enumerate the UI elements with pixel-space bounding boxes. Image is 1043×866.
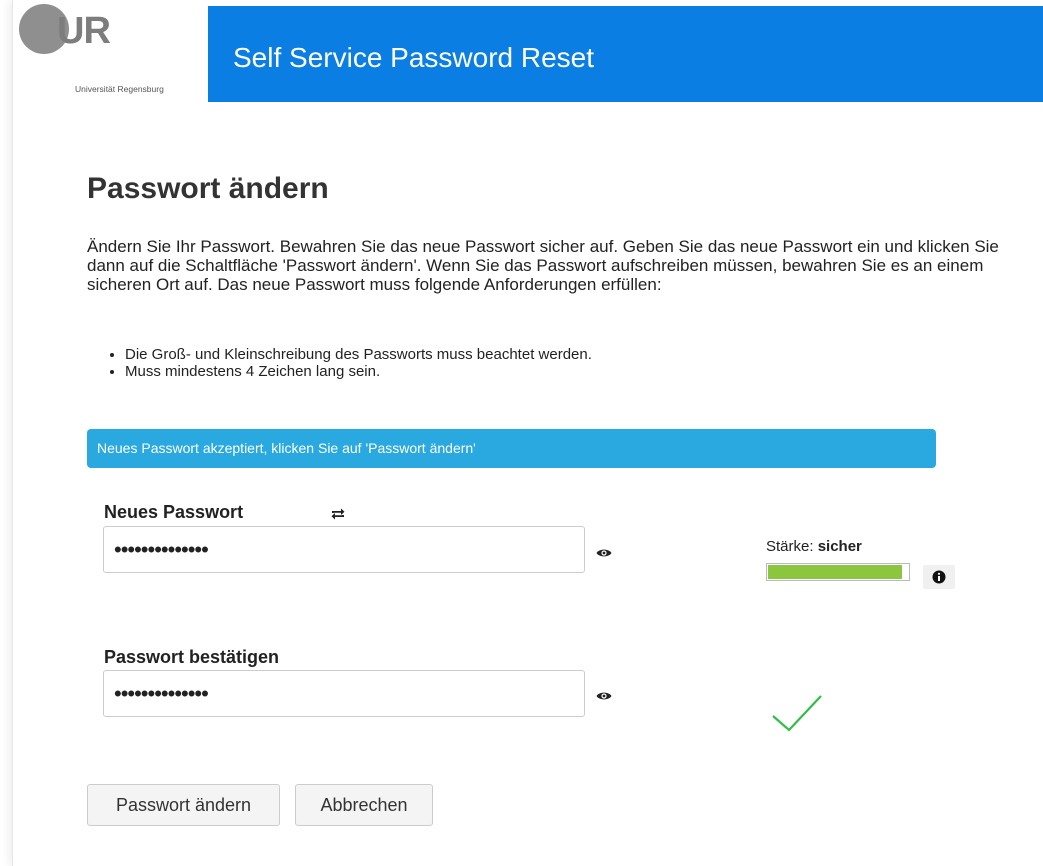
intro-text: Ändern Sie Ihr Passwort. Bewahren Sie da… (87, 237, 999, 294)
new-password-label: Neues Passwort (104, 502, 244, 522)
logo-letters: UR (57, 10, 111, 52)
requirement-item: Die Groß- und Kleinschreibung des Passwo… (125, 346, 592, 363)
strength-value: sicher (817, 538, 862, 555)
confirm-password-label: Passwort bestätigen (104, 647, 280, 667)
refresh-icon[interactable] (330, 507, 346, 521)
change-password-button[interactable]: Passwort ändern (87, 784, 280, 826)
app-title: Self Service Password Reset (233, 42, 595, 73)
confirm-password-input[interactable]: •••••••••••••• (103, 670, 585, 717)
eye-icon[interactable] (596, 546, 612, 558)
new-password-input[interactable]: •••••••••••••• (103, 526, 585, 573)
university-logo[interactable]: UR Universität Regensburg (13, 0, 208, 102)
header: UR Universität Regensburg Self Service P… (13, 0, 1043, 102)
status-alert: Neues Passwort akzeptiert, klicken Sie a… (87, 429, 936, 468)
logo-caption: Universität Regensburg (75, 84, 164, 94)
cancel-button[interactable]: Abbrechen (295, 784, 433, 826)
check-icon (772, 695, 822, 732)
page-title: Passwort ändern (87, 172, 329, 205)
strength-meter-fill (768, 565, 902, 579)
strength-label: Stärke: sicher (766, 538, 862, 555)
strength-prefix: Stärke: (766, 538, 814, 555)
eye-icon[interactable] (596, 689, 612, 701)
page-frame: UR Universität Regensburg Self Service P… (12, 0, 1043, 866)
info-icon (932, 570, 946, 584)
title-bar: Self Service Password Reset (208, 6, 1043, 102)
requirements-list: Die Groß- und Kleinschreibung des Passwo… (87, 346, 592, 380)
info-button[interactable] (923, 565, 955, 589)
requirement-item: Muss mindestens 4 Zeichen lang sein. (125, 363, 592, 380)
strength-meter (766, 563, 910, 581)
